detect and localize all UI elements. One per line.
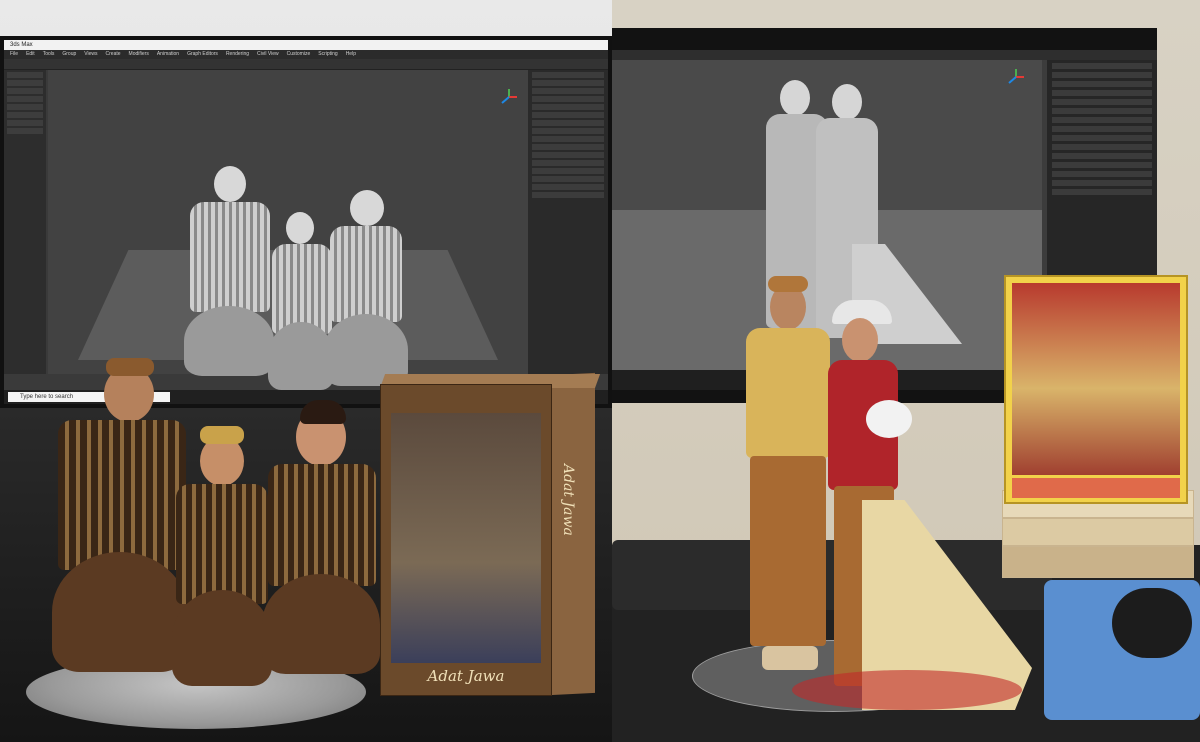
menu-item[interactable]: Views — [84, 51, 97, 57]
computer-mouse — [1112, 588, 1192, 658]
scene-explorer — [4, 70, 46, 374]
right-photo-panel — [612, 0, 1200, 742]
3d-viewport[interactable] — [48, 70, 528, 390]
window-title: 3ds Max — [4, 40, 608, 50]
menu-item[interactable]: Graph Editors — [187, 51, 218, 57]
figurine-bride — [762, 300, 1032, 710]
main-toolbar — [4, 59, 608, 70]
figurine-man — [52, 352, 188, 674]
menu-item[interactable]: Animation — [157, 51, 179, 57]
menu-item[interactable]: Create — [106, 51, 121, 57]
command-panel — [528, 70, 608, 374]
menu-item[interactable]: File — [10, 51, 18, 57]
box-front: Adat Jawa — [380, 384, 552, 696]
menu-item[interactable]: Rendering — [226, 51, 249, 57]
menu-bar-2 — [612, 50, 1157, 60]
menu-bar: File Edit Tools Group Views Create Modifiers An… — [4, 50, 608, 59]
menu-item[interactable]: Help — [346, 51, 356, 57]
figurine-boy — [172, 420, 272, 688]
axis-gizmo-icon-2 — [1008, 69, 1024, 84]
sculpt-figure-woman — [324, 190, 408, 388]
box-title: Adat Jawa — [427, 667, 505, 685]
figurine-woman — [262, 400, 380, 676]
menu-item[interactable]: Edit — [26, 51, 35, 57]
menu-item[interactable]: Scripting — [318, 51, 337, 57]
menu-item[interactable]: Civil View — [257, 51, 279, 57]
left-photo-panel: 3ds Max File Edit Tools Group Views Create Mod… — [0, 0, 612, 742]
product-box: Adat Jawa Adat Jawa — [380, 372, 601, 696]
3d-app-window: 3ds Max File Edit Tools Group Views Create Mod… — [4, 40, 608, 404]
sculpt-figure-man — [184, 166, 274, 381]
menu-item[interactable]: Tools — [43, 51, 55, 57]
axis-gizmo-icon — [501, 89, 517, 104]
frame-caption-strip — [1012, 478, 1180, 498]
box-photo — [391, 413, 541, 663]
menu-item[interactable]: Customize — [287, 51, 311, 57]
menu-item[interactable]: Group — [62, 51, 76, 57]
box-spine-title: Adat Jawa — [560, 464, 576, 536]
frame-photo — [1012, 283, 1180, 475]
menu-item[interactable]: Modifiers — [129, 51, 149, 57]
